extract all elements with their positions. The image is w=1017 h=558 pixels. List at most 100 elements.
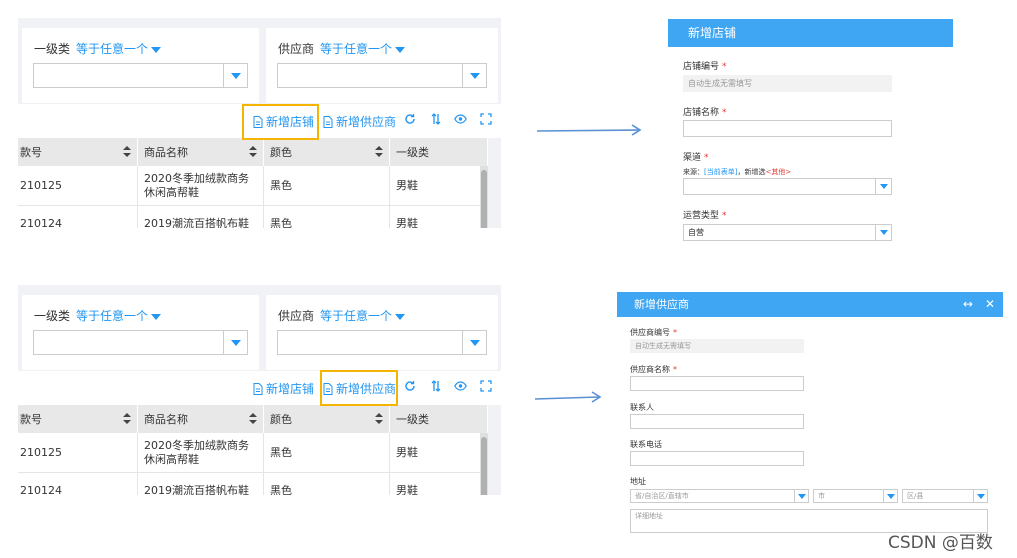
table-row[interactable]: 210125 2020冬季加绒款商务休闲高帮鞋 黑色 男鞋 <box>18 433 480 473</box>
province-select[interactable]: 省/自治区/直辖市 <box>630 489 809 503</box>
filter-select[interactable] <box>33 330 248 355</box>
filter-field-label: 供应商 <box>278 42 315 56</box>
add-supplier-label: 新增供应商 <box>336 115 397 129</box>
product-grid: 款号 商品名称 颜色 一级类 210125 2020冬季加绒款商务休闲高帮鞋 黑… <box>18 405 488 495</box>
chevron-down-icon[interactable] <box>395 313 406 320</box>
grid-header: 款号 商品名称 颜色 一级类 <box>18 138 488 166</box>
dropdown-arrow-icon[interactable] <box>875 225 891 240</box>
eye-icon[interactable] <box>454 113 467 125</box>
cell-name: 2020冬季加绒款商务休闲高帮鞋 <box>138 433 264 472</box>
sort-arrows-icon[interactable] <box>249 413 257 425</box>
sort-arrows-icon[interactable] <box>249 146 257 158</box>
table-row[interactable]: 210124 2019潮流百搭帆布鞋 黑色 男鞋 <box>18 206 480 228</box>
chevron-down-icon[interactable] <box>151 46 162 53</box>
add-supplier-button[interactable]: 新增供应商 <box>323 113 396 130</box>
filter-card-category: 一级类 等于任意一个 <box>22 28 259 103</box>
filter-select[interactable] <box>277 63 487 88</box>
column-header[interactable]: 款号 <box>18 138 138 166</box>
filter-select[interactable] <box>277 330 487 355</box>
cell-category: 男鞋 <box>396 178 418 192</box>
dropdown-arrow-icon[interactable] <box>875 179 891 194</box>
phone-input[interactable] <box>630 451 804 466</box>
filter-card-supplier: 供应商 等于任意一个 <box>266 28 498 103</box>
sort-icon[interactable] <box>430 113 442 125</box>
expand-icon[interactable]: ↔ <box>963 292 973 317</box>
dropdown-arrow-icon[interactable] <box>462 64 486 87</box>
arrow-right-icon <box>534 391 602 403</box>
table-row[interactable]: 210124 2019潮流百搭帆布鞋 黑色 男鞋 <box>18 473 480 495</box>
add-supplier-dialog: 新增供应商 ↔ ✕ 供应商编号 * 自动生成无需填写 供应商名称 * 联系人 联系电… <box>617 292 1003 540</box>
filter-header: 供应商 等于任意一个 <box>278 40 406 57</box>
cell-code: 210124 <box>18 206 138 228</box>
dropdown-arrow-icon[interactable] <box>794 490 808 502</box>
cell-category: 男鞋 <box>396 216 418 229</box>
column-header[interactable]: 商品名称 <box>138 138 264 166</box>
city-placeholder: 市 <box>818 492 825 500</box>
refresh-icon[interactable] <box>404 113 416 125</box>
supplier-name-input[interactable] <box>630 376 804 391</box>
close-icon[interactable]: ✕ <box>985 292 995 317</box>
sort-arrows-icon[interactable] <box>375 146 383 158</box>
vertical-scrollbar[interactable] <box>480 433 488 495</box>
column-label: 颜色 <box>270 146 292 159</box>
field-label-phone: 联系电话 <box>630 440 662 449</box>
fullscreen-icon[interactable] <box>480 380 492 392</box>
vertical-scrollbar[interactable] <box>480 166 488 228</box>
add-store-dialog: 新增店铺 店铺编号 * 自动生成无需填写 店铺名称 * 渠道 * 来源：[当前表单]，… <box>668 19 953 241</box>
table-row[interactable]: 210125 2020冬季加绒款商务休闲高帮鞋 黑色 男鞋 <box>18 166 480 206</box>
refresh-icon[interactable] <box>404 380 416 392</box>
dialog-title: 新增店铺 <box>668 19 953 47</box>
district-select[interactable]: 区/县 <box>902 489 988 503</box>
column-header[interactable]: 颜色 <box>264 138 390 166</box>
filter-operator[interactable]: 等于任意一个 <box>76 309 148 323</box>
op-type-select[interactable]: 自营 <box>683 224 892 241</box>
store-name-input[interactable] <box>683 120 892 137</box>
sort-arrows-icon[interactable] <box>123 146 131 158</box>
field-label-op-type: 运营类型 * <box>683 211 727 221</box>
cell-code: 210124 <box>18 473 138 495</box>
chevron-down-icon[interactable] <box>395 46 406 53</box>
column-header[interactable]: 颜色 <box>264 405 390 433</box>
product-grid: 款号 商品名称 颜色 一级类 210125 2020冬季加绒款商务休闲高帮鞋 黑… <box>18 138 488 228</box>
filter-operator[interactable]: 等于任意一个 <box>320 42 392 56</box>
sort-arrows-icon[interactable] <box>123 413 131 425</box>
filter-operator[interactable]: 等于任意一个 <box>320 309 392 323</box>
chevron-down-icon[interactable] <box>151 313 162 320</box>
city-select[interactable]: 市 <box>813 489 898 503</box>
cell-name: 2019潮流百搭帆布鞋 <box>138 473 264 495</box>
channel-source-link[interactable]: [当前表单] <box>704 168 737 176</box>
column-header[interactable]: 一级类 <box>390 138 488 166</box>
add-store-label: 新增店铺 <box>266 382 315 396</box>
eye-icon[interactable] <box>454 380 467 392</box>
sort-icon[interactable] <box>430 380 442 392</box>
dialog-header-icons: ↔ ✕ <box>951 292 995 317</box>
dropdown-arrow-icon[interactable] <box>223 64 247 87</box>
dropdown-arrow-icon[interactable] <box>883 490 897 502</box>
grid-toolbar: 新增店铺 新增供应商 <box>18 371 501 405</box>
dialog-header: 新增供应商 ↔ ✕ <box>617 292 1003 317</box>
column-label: 一级类 <box>396 146 429 159</box>
fullscreen-icon[interactable] <box>480 113 492 125</box>
filter-select[interactable] <box>33 63 248 88</box>
cell-name: 2020冬季加绒款商务休闲高帮鞋 <box>138 166 264 205</box>
filter-card-supplier: 供应商 等于任意一个 <box>266 295 498 370</box>
store-no-field: 自动生成无需填写 <box>683 75 892 92</box>
contact-input[interactable] <box>630 414 804 429</box>
filter-card-category: 一级类 等于任意一个 <box>22 295 259 370</box>
column-header[interactable]: 一级类 <box>390 405 488 433</box>
dropdown-arrow-icon[interactable] <box>462 331 486 354</box>
dropdown-arrow-icon[interactable] <box>973 490 987 502</box>
cell-category: 男鞋 <box>396 445 418 459</box>
cell-color: 黑色 <box>264 166 390 205</box>
filter-header: 一级类 等于任意一个 <box>34 307 162 324</box>
filter-operator[interactable]: 等于任意一个 <box>76 42 148 56</box>
filter-field-label: 一级类 <box>34 42 71 56</box>
dropdown-arrow-icon[interactable] <box>223 331 247 354</box>
channel-select[interactable] <box>683 178 892 195</box>
column-header[interactable]: 商品名称 <box>138 405 264 433</box>
column-header[interactable]: 款号 <box>18 405 138 433</box>
province-placeholder: 省/自治区/直辖市 <box>635 492 689 500</box>
add-store-button[interactable]: 新增店铺 <box>253 380 314 397</box>
column-label: 一级类 <box>396 413 429 426</box>
sort-arrows-icon[interactable] <box>375 413 383 425</box>
